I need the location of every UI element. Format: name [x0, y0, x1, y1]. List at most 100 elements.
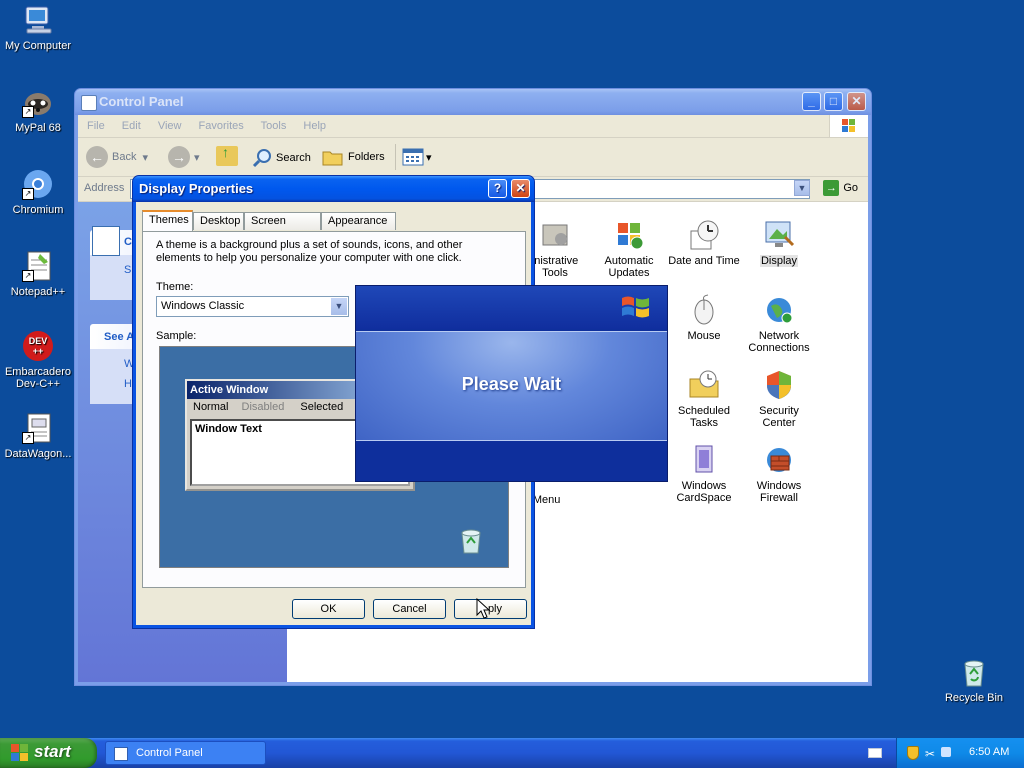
cp-item-label: Windows Firewall: [756, 480, 802, 504]
start-button[interactable]: start: [0, 738, 97, 768]
address-label: Address: [84, 182, 125, 194]
administrative-tools-icon: [539, 219, 571, 251]
theme-select-value: Windows Classic: [161, 300, 245, 312]
recycle-bin-icon: [958, 656, 990, 688]
security-shield-icon[interactable]: [907, 746, 919, 760]
cp-item-security-center[interactable]: Security Center: [741, 369, 817, 429]
back-arrow-icon: ←: [86, 146, 108, 168]
mouse-icon: [688, 294, 720, 326]
cp-item-label: Automatic Updates: [604, 255, 654, 279]
firewall-icon: [763, 444, 795, 476]
menu-view[interactable]: View: [158, 120, 182, 132]
cp-item-label: Security Center: [759, 405, 799, 429]
taskbar-button-label: Control Panel: [136, 747, 203, 759]
mouse-cursor-icon: [476, 597, 491, 623]
close-button[interactable]: ✕: [511, 179, 530, 198]
menu-file[interactable]: File: [87, 120, 105, 132]
cardspace-icon: [688, 444, 720, 476]
go-arrow-icon: →: [823, 180, 840, 196]
desktop-icon-datawagon[interactable]: ↗ DataWagon...: [0, 412, 78, 460]
folders-icon: [322, 151, 343, 166]
computer-icon: [22, 4, 54, 36]
system-tray: ✂ 6:50 AM: [896, 738, 1024, 768]
scheduled-tasks-icon: [688, 369, 720, 401]
taskbar-button-control-panel[interactable]: Control Panel: [105, 741, 266, 765]
cp-item-automatic-updates[interactable]: Automatic Updates: [591, 219, 667, 279]
menu-help[interactable]: Help: [303, 120, 326, 132]
please-wait-message: Please Wait: [461, 374, 562, 394]
search-label: Search: [276, 152, 311, 164]
cp-item-label: Display: [759, 255, 799, 267]
back-label: Back: [112, 151, 137, 163]
cp-item-network-connections[interactable]: Network Connections: [741, 294, 817, 354]
help-button[interactable]: ?: [488, 179, 507, 198]
windows-update-icon: [613, 219, 645, 251]
maximize-button[interactable]: □: [824, 92, 843, 111]
cp-item-label: Network Connections: [748, 330, 810, 354]
apply-label: ply: [487, 603, 502, 615]
please-wait-dialog: Please Wait: [355, 285, 668, 482]
tab-strip: Themes Desktop Screen Saver Appearance: [142, 210, 522, 244]
cp-item-scheduled-tasks[interactable]: Scheduled Tasks: [666, 369, 742, 429]
cp-item-label: Scheduled Tasks: [678, 405, 730, 429]
task-pane-title-2: See A: [104, 331, 135, 343]
up-folder-button[interactable]: ↑: [216, 144, 238, 166]
document-icon: ↗: [22, 412, 54, 444]
cancel-button[interactable]: Cancel: [373, 599, 446, 619]
start-label: start: [34, 742, 71, 761]
cp-item-label: Mouse: [687, 330, 721, 342]
desktop-icon-label: My Computer: [4, 40, 72, 52]
up-folder-icon: ↑: [216, 144, 238, 166]
cp-item-windows-firewall[interactable]: Windows Firewall: [741, 444, 817, 504]
keyboard-icon[interactable]: [868, 748, 882, 758]
display-properties-titlebar[interactable]: Display Properties ? ✕: [133, 176, 534, 202]
folders-label: Folders: [348, 151, 385, 163]
desktop-icon-label: MyPal 68: [15, 122, 61, 134]
desktop-icon-my-computer[interactable]: My Computer: [0, 4, 78, 52]
notepad-plus-plus-icon: ↗: [22, 250, 54, 282]
desktop-icon-recycle-bin[interactable]: Recycle Bin: [934, 656, 1014, 704]
cp-item-display[interactable]: Display: [741, 219, 817, 267]
go-button[interactable]: → Go: [823, 180, 858, 196]
cp-item-windows-cardspace[interactable]: Windows CardSpace: [666, 444, 742, 504]
tab-screen-saver[interactable]: Screen Saver: [244, 212, 321, 244]
folders-button[interactable]: Folders: [322, 148, 385, 166]
menu-favorites[interactable]: Favorites: [199, 120, 244, 132]
raccoon-icon: ↗: [22, 86, 54, 118]
volume-icon[interactable]: [941, 747, 951, 757]
devcpp-icon: DEV ++: [22, 330, 54, 362]
minimize-button[interactable]: _: [802, 92, 821, 111]
tab-appearance[interactable]: Appearance: [321, 212, 396, 230]
search-button[interactable]: Search: [252, 148, 311, 168]
address-dropdown-arrow[interactable]: ▼: [794, 180, 810, 196]
views-button[interactable]: ▾: [402, 148, 432, 166]
taskbar: start Control Panel ✂ 6:50 AM: [0, 738, 1024, 768]
task-pane-item-1[interactable]: S: [124, 264, 131, 276]
cp-item-date-time[interactable]: Date and Time: [666, 219, 742, 267]
toolbar: ← Back ▾ → ▾ ↑ Search Folders ▾: [78, 138, 868, 177]
menu-tools[interactable]: Tools: [261, 120, 287, 132]
sample-window-text: Window Text: [195, 423, 262, 435]
ok-button[interactable]: OK: [292, 599, 365, 619]
desktop-icon-mypal[interactable]: ↗ MyPal 68: [0, 86, 78, 134]
search-icon: [252, 149, 271, 168]
cp-item-mouse[interactable]: Mouse: [666, 294, 742, 342]
desktop-icon-label: Recycle Bin: [944, 692, 1004, 704]
tab-themes[interactable]: Themes: [142, 210, 193, 231]
theme-select[interactable]: Windows Classic ▼: [156, 296, 349, 317]
network-icon[interactable]: ✂: [925, 747, 935, 761]
desktop-icon-chromium[interactable]: ↗ Chromium: [0, 168, 78, 216]
forward-button[interactable]: → ▾: [168, 146, 200, 168]
desktop-icon-notepadpp[interactable]: ↗ Notepad++: [0, 250, 78, 298]
task-pane-item-3[interactable]: H: [124, 378, 132, 390]
tab-desktop[interactable]: Desktop: [193, 212, 244, 230]
control-panel-titlebar[interactable]: Control Panel _ □ ✕: [75, 89, 871, 115]
desktop-icon-devcpp[interactable]: DEV ++ Embarcadero Dev-C++: [0, 330, 78, 390]
menu-edit[interactable]: Edit: [122, 120, 141, 132]
close-button[interactable]: ✕: [847, 92, 866, 111]
network-globe-icon: [763, 294, 795, 326]
apply-button[interactable]: ply: [454, 599, 527, 619]
clock: 6:50 AM: [969, 746, 1010, 758]
back-button[interactable]: ← Back ▾: [86, 146, 148, 168]
clock-icon: [688, 219, 720, 251]
